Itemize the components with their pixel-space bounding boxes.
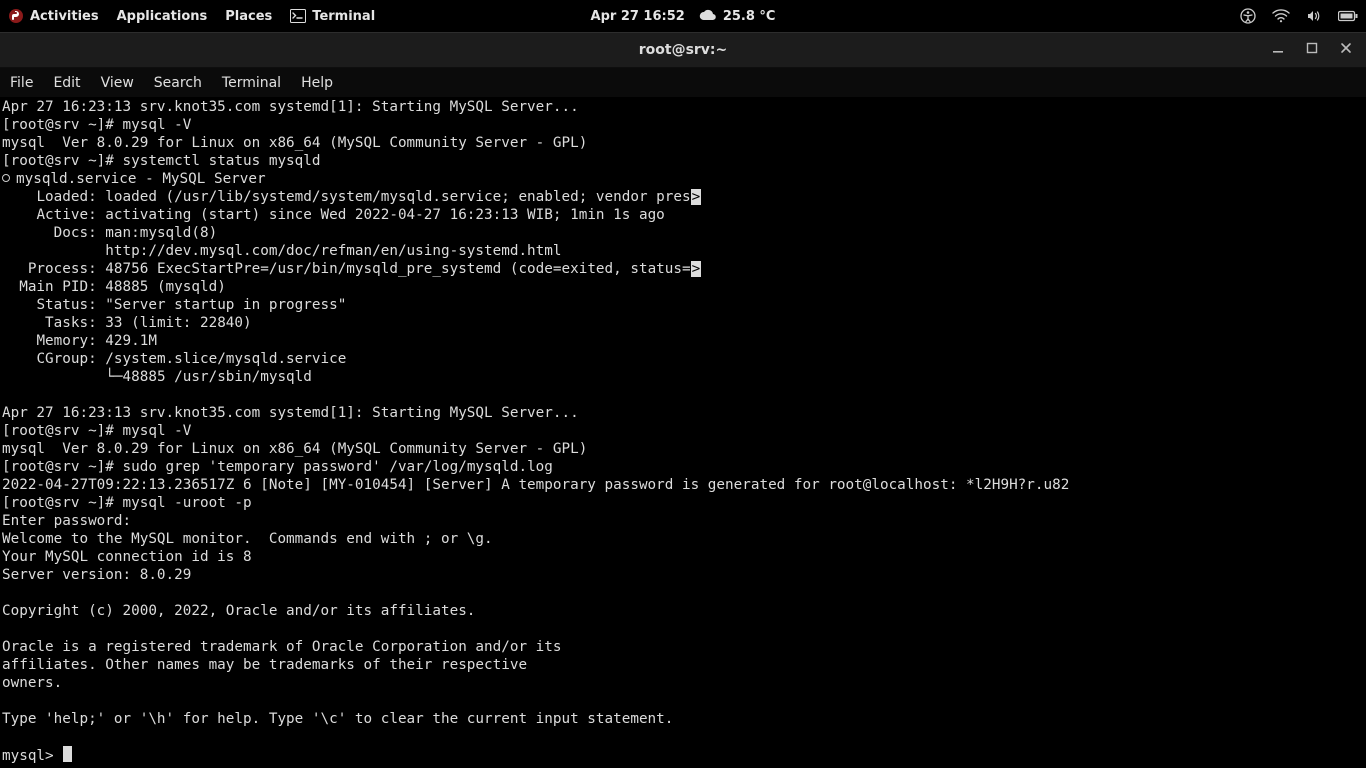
- menubar: File Edit View Search Terminal Help: [0, 68, 1366, 98]
- menu-help[interactable]: Help: [301, 75, 333, 91]
- service-status-dot-icon: [2, 174, 10, 182]
- top-panel: Activities Applications Places Terminal …: [0, 0, 1366, 32]
- accessibility-icon[interactable]: [1240, 8, 1256, 24]
- truncation-marker: >: [691, 261, 702, 277]
- menu-edit[interactable]: Edit: [53, 75, 80, 91]
- window-close-button[interactable]: [1340, 42, 1352, 58]
- wifi-icon[interactable]: [1272, 9, 1290, 23]
- window-titlebar: root@srv:~: [0, 32, 1366, 68]
- clock[interactable]: Apr 27 16:52: [591, 9, 685, 24]
- terminal-app-label: Terminal: [312, 9, 375, 24]
- terminal-app-button[interactable]: Terminal: [290, 9, 375, 24]
- terminal-viewport[interactable]: Apr 27 16:23:13 srv.knot35.com systemd[1…: [0, 98, 1366, 768]
- window-maximize-button[interactable]: [1306, 42, 1318, 58]
- terminal-icon: [290, 9, 306, 23]
- cloud-icon: [699, 9, 717, 23]
- battery-icon[interactable]: [1338, 10, 1358, 22]
- weather-indicator[interactable]: 25.8 °C: [699, 9, 776, 24]
- menu-search[interactable]: Search: [154, 75, 202, 91]
- fedora-icon: [8, 8, 24, 24]
- menu-view[interactable]: View: [101, 75, 134, 91]
- terminal-content: Apr 27 16:23:13 srv.knot35.com systemd[1…: [2, 98, 1364, 765]
- applications-button[interactable]: Applications: [117, 9, 208, 24]
- menu-file[interactable]: File: [10, 75, 33, 91]
- cursor: [63, 746, 72, 762]
- activities-button[interactable]: Activities: [8, 8, 99, 24]
- temperature-label: 25.8 °C: [723, 9, 776, 24]
- truncation-marker: >: [691, 189, 702, 205]
- volume-icon[interactable]: [1306, 9, 1322, 23]
- menu-terminal[interactable]: Terminal: [222, 75, 281, 91]
- window-minimize-button[interactable]: [1272, 42, 1284, 58]
- window-title: root@srv:~: [639, 42, 728, 58]
- activities-label: Activities: [30, 9, 99, 24]
- places-button[interactable]: Places: [225, 9, 272, 24]
